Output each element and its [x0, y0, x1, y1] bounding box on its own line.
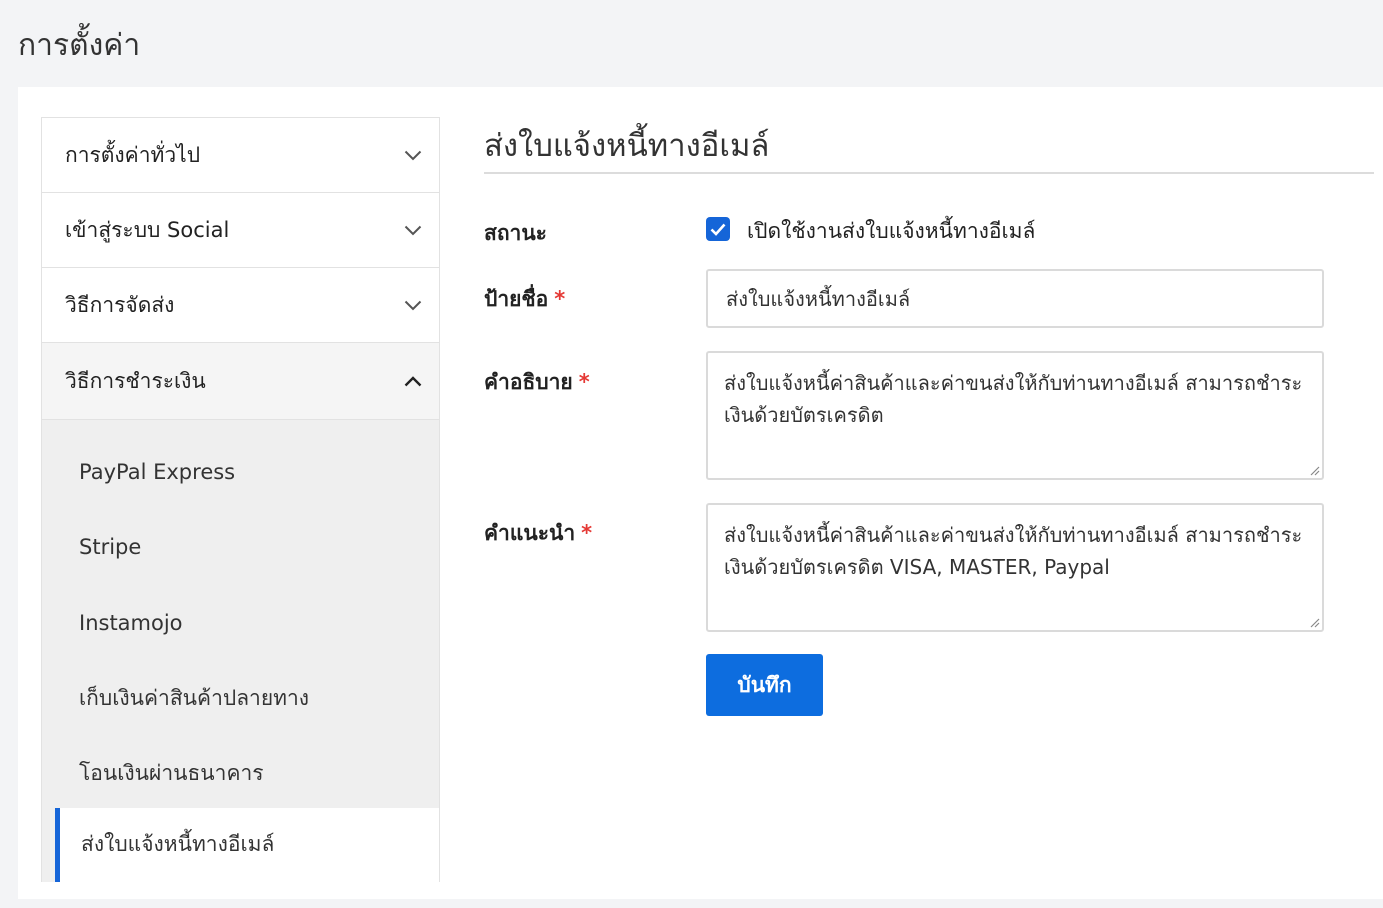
sidebar-item-cash-on-delivery[interactable]: เก็บเงินค่าสินค้าปลายทาง — [42, 661, 439, 737]
name-input[interactable]: ส่งใบแจ้งหนี้ทางอีเมล์ — [706, 269, 1324, 328]
sidebar-section-label: วิธีการจัดส่ง — [65, 292, 175, 317]
sidebar-item-bank-transfer[interactable]: โอนเงินผ่านธนาคาร — [42, 736, 439, 812]
sidebar-section-label: วิธีการชำระเงิน — [65, 368, 206, 393]
sidebar-item-paypal-express[interactable]: PayPal Express — [42, 434, 439, 510]
sidebar-section-label: การตั้งค่าทั่วไป — [65, 142, 201, 167]
section-heading: ส่งใบแจ้งหนี้ทางอีเมล์ — [484, 128, 770, 164]
settings-card: การตั้งค่าทั่วไป เข้าสู่ระบบ Social วิธี… — [18, 87, 1383, 899]
sidebar-item-stripe[interactable]: Stripe — [42, 510, 439, 586]
page-title: การตั้งค่า — [18, 28, 141, 63]
sidebar-section-social-login[interactable]: เข้าสู่ระบบ Social — [42, 193, 439, 268]
instructions-text: ส่งใบแจ้งหนี้ค่าสินค้าและค่าขนส่งให้กับท… — [724, 523, 1303, 579]
resize-handle-icon[interactable] — [1308, 464, 1320, 476]
chevron-down-icon — [403, 145, 423, 165]
checkmark-icon — [710, 223, 726, 236]
required-marker: * — [554, 287, 566, 311]
chevron-up-icon — [403, 371, 423, 391]
sidebar-section-label: เข้าสู่ระบบ Social — [65, 217, 230, 242]
name-label: ป้ายชื่อ * — [484, 283, 565, 316]
heading-divider — [484, 172, 1374, 174]
status-checkbox[interactable] — [706, 217, 730, 241]
description-textarea[interactable]: ส่งใบแจ้งหนี้ค่าสินค้าและค่าขนส่งให้กับท… — [706, 351, 1324, 480]
status-label: สถานะ — [484, 217, 547, 250]
save-button[interactable]: บันทึก — [706, 654, 823, 716]
sidebar-item-email-invoice[interactable]: ส่งใบแจ้งหนี้ทางอีเมล์ — [55, 807, 439, 882]
payment-methods-list: PayPal Express Stripe Instamojo เก็บเงิน… — [42, 420, 439, 882]
instructions-label: คำแนะนำ * — [484, 517, 592, 550]
required-marker: * — [578, 370, 590, 394]
settings-sidebar: การตั้งค่าทั่วไป เข้าสู่ระบบ Social วิธี… — [41, 117, 440, 882]
status-label-text: สถานะ — [484, 221, 547, 245]
resize-handle-icon[interactable] — [1308, 616, 1320, 628]
chevron-down-icon — [403, 295, 423, 315]
description-text: ส่งใบแจ้งหนี้ค่าสินค้าและค่าขนส่งให้กับท… — [724, 371, 1303, 427]
name-label-text: ป้ายชื่อ — [484, 287, 549, 311]
sidebar-section-general[interactable]: การตั้งค่าทั่วไป — [42, 118, 439, 193]
status-checkbox-label[interactable]: เปิดใช้งานส่งใบแจ้งหนี้ทางอีเมล์ — [747, 215, 1035, 248]
sidebar-section-shipping[interactable]: วิธีการจัดส่ง — [42, 268, 439, 343]
instructions-label-text: คำแนะนำ — [484, 521, 576, 545]
sidebar-item-instamojo[interactable]: Instamojo — [42, 585, 439, 661]
description-label: คำอธิบาย * — [484, 366, 590, 399]
sidebar-section-payment[interactable]: วิธีการชำระเงิน — [42, 343, 439, 420]
required-marker: * — [581, 521, 593, 545]
instructions-textarea[interactable]: ส่งใบแจ้งหนี้ค่าสินค้าและค่าขนส่งให้กับท… — [706, 503, 1324, 632]
chevron-down-icon — [403, 220, 423, 240]
description-label-text: คำอธิบาย — [484, 370, 573, 394]
